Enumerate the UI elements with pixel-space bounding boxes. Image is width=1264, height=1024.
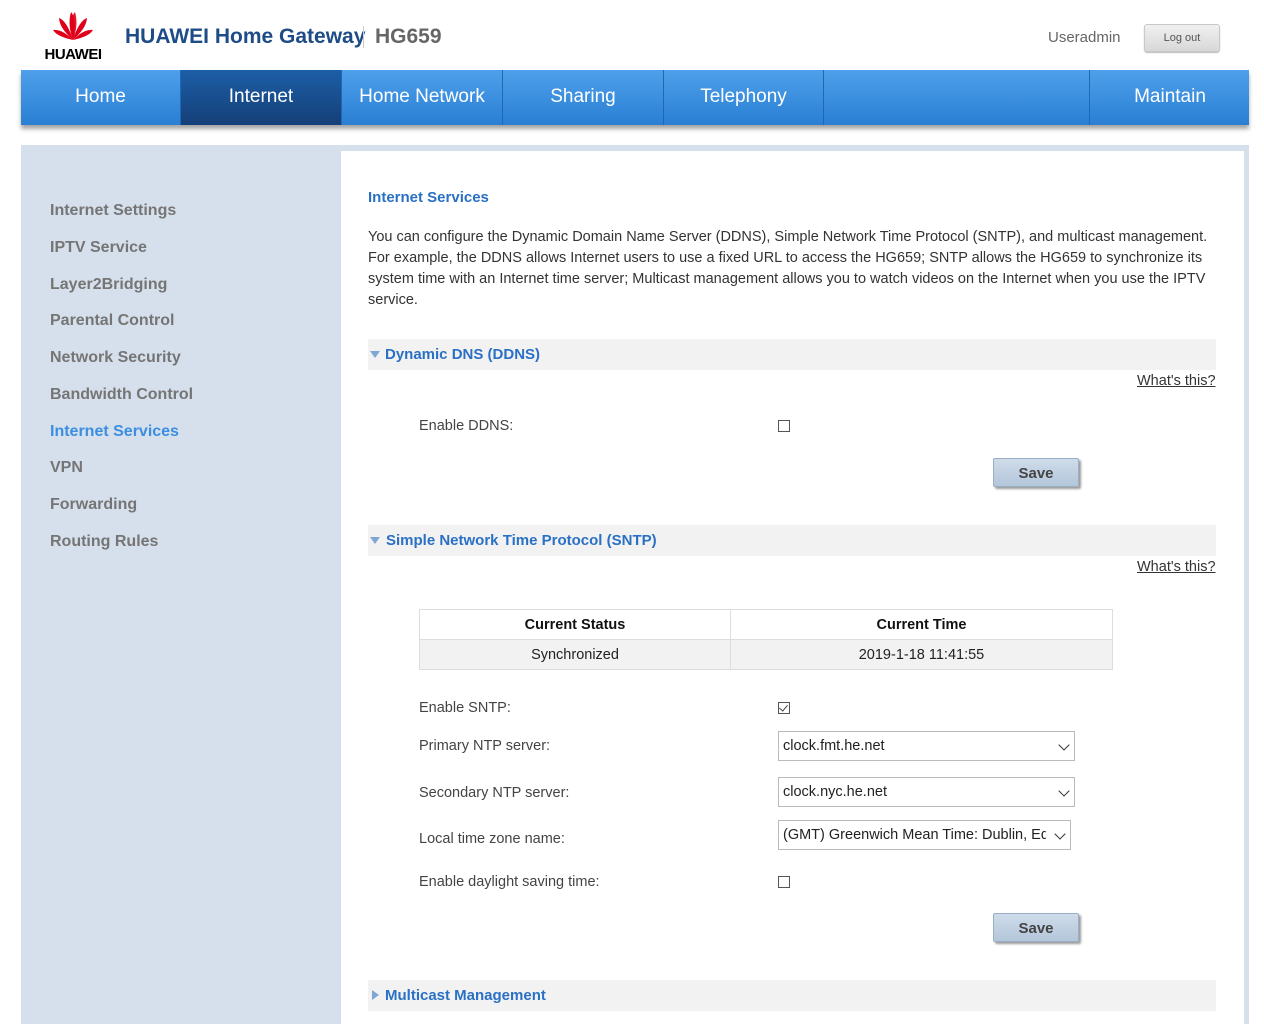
sidebar-item-layer2bridging[interactable]: Layer2Bridging xyxy=(50,276,167,294)
sidebar-item-routing-rules[interactable]: Routing Rules xyxy=(50,533,158,551)
sidebar-item-forwarding[interactable]: Forwarding xyxy=(50,496,137,514)
secondary-ntp-value: clock.nyc.he.net xyxy=(783,784,887,800)
model-name: HG659 xyxy=(375,25,442,48)
timezone-select[interactable]: (GMT) Greenwich Mean Time: Dublin, Edinb… xyxy=(778,820,1071,850)
enable-sntp-checkbox[interactable] xyxy=(778,702,790,714)
nav-tab-telephony[interactable]: Telephony xyxy=(664,70,824,125)
checkmark-icon xyxy=(779,702,788,712)
current-time-value: 2019-1-18 11:41:55 xyxy=(730,639,1113,670)
current-user: Useradmin xyxy=(1048,29,1121,46)
sidebar-item-bandwidth-control[interactable]: Bandwidth Control xyxy=(50,386,193,404)
nav-tab-sharing[interactable]: Sharing xyxy=(503,70,664,125)
brand-title: HUAWEI Home Gateway xyxy=(125,25,366,48)
page-title: Internet Services xyxy=(368,189,489,206)
expand-caret-icon xyxy=(370,537,380,544)
sidebar-item-internet-settings[interactable]: Internet Settings xyxy=(50,202,176,220)
nav-tab-home[interactable]: Home xyxy=(21,70,181,125)
multicast-section-header[interactable]: Multicast Management xyxy=(368,980,1216,1011)
sidebar: Internet Settings IPTV Service Layer2Bri… xyxy=(21,145,341,1024)
sntp-whats-this-link[interactable]: What's this? xyxy=(1137,559,1216,575)
sidebar-item-parental-control[interactable]: Parental Control xyxy=(50,312,174,330)
enable-ddns-checkbox[interactable] xyxy=(778,420,790,432)
table-header-current-time: Current Time xyxy=(730,609,1113,640)
expand-caret-icon xyxy=(370,351,380,358)
dst-label: Enable daylight saving time: xyxy=(419,874,600,890)
huawei-logo: HUAWEI xyxy=(41,8,105,63)
table-row: Synchronized 2019-1-18 11:41:55 xyxy=(419,639,1113,670)
ddns-section-title: Dynamic DNS (DDNS) xyxy=(385,346,541,363)
timezone-label: Local time zone name: xyxy=(419,831,565,847)
primary-ntp-label: Primary NTP server: xyxy=(419,738,551,754)
main-nav: Home Internet Home Network Sharing Telep… xyxy=(21,70,1249,125)
sntp-section-title: Simple Network Time Protocol (SNTP) xyxy=(386,532,657,549)
secondary-ntp-select[interactable]: clock.nyc.he.net xyxy=(778,777,1075,807)
chevron-down-icon xyxy=(1054,828,1066,840)
expand-caret-icon xyxy=(372,990,379,1000)
nav-tab-internet[interactable]: Internet xyxy=(181,70,342,125)
current-status-value: Synchronized xyxy=(419,639,731,670)
logout-button[interactable]: Log out xyxy=(1144,24,1220,52)
title-separator xyxy=(363,26,364,48)
table-header-current-status: Current Status xyxy=(419,609,731,640)
huawei-flower-icon xyxy=(53,12,93,40)
timezone-value: (GMT) Greenwich Mean Time: Dublin, Edinb… xyxy=(783,827,1046,843)
multicast-section-title: Multicast Management xyxy=(385,987,546,1004)
ddns-save-button[interactable]: Save xyxy=(993,458,1079,487)
ddns-section-header[interactable]: Dynamic DNS (DDNS) xyxy=(368,339,1216,370)
logo-text: HUAWEI xyxy=(44,46,103,63)
sntp-section-header[interactable]: Simple Network Time Protocol (SNTP) xyxy=(368,525,1216,556)
nav-tab-maintain[interactable]: Maintain xyxy=(1089,70,1250,125)
enable-sntp-label: Enable SNTP: xyxy=(419,700,511,716)
primary-ntp-value: clock.fmt.he.net xyxy=(783,738,885,754)
sidebar-item-iptv-service[interactable]: IPTV Service xyxy=(50,239,147,257)
enable-ddns-label: Enable DDNS: xyxy=(419,418,514,434)
page-intro: You can configure the Dynamic Domain Nam… xyxy=(368,229,1208,308)
sidebar-item-network-security[interactable]: Network Security xyxy=(50,349,181,367)
sidebar-item-internet-services[interactable]: Internet Services xyxy=(50,423,179,441)
header: HUAWEI HUAWEI Home Gateway HG659 Useradm… xyxy=(21,0,1249,70)
primary-ntp-select[interactable]: clock.fmt.he.net xyxy=(778,731,1075,761)
secondary-ntp-label: Secondary NTP server: xyxy=(419,785,570,801)
sntp-save-button[interactable]: Save xyxy=(993,913,1079,942)
sntp-status-table: Current Status Current Time Synchronized… xyxy=(419,609,1113,670)
dst-checkbox[interactable] xyxy=(778,876,790,888)
nav-tab-home-network[interactable]: Home Network xyxy=(342,70,503,125)
ddns-whats-this-link[interactable]: What's this? xyxy=(1137,373,1216,389)
sidebar-item-vpn[interactable]: VPN xyxy=(50,459,83,477)
main-content: Internet Services You can configure the … xyxy=(341,151,1244,1024)
